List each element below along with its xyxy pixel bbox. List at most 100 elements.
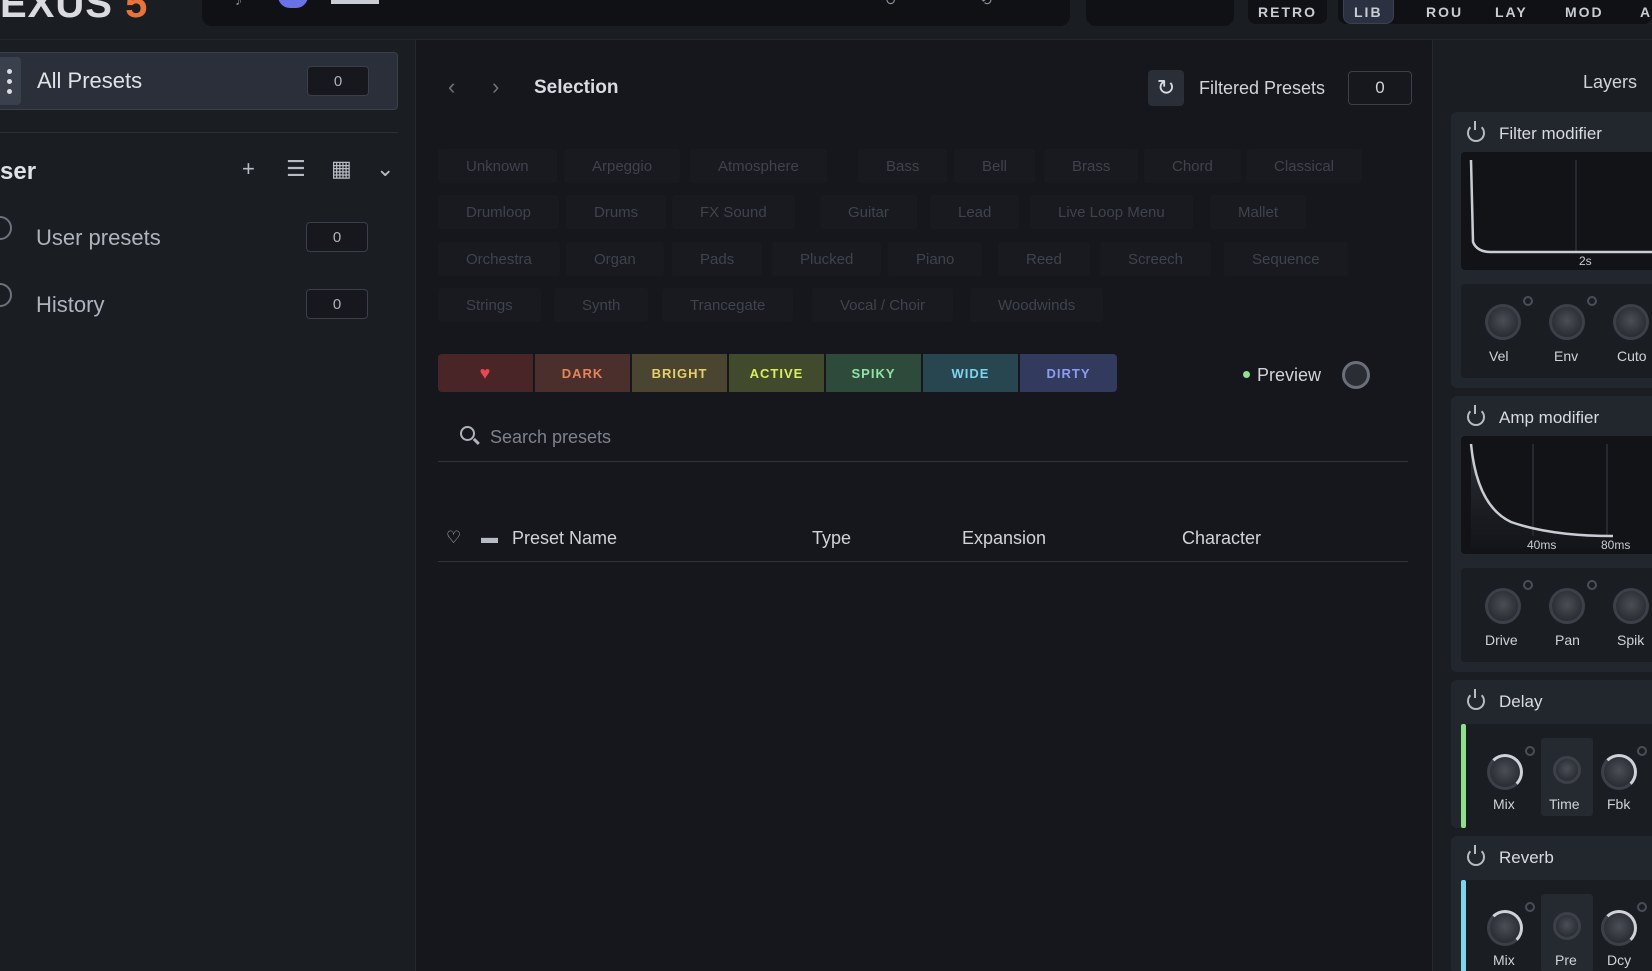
- favorites-filter-button[interactable]: ♥: [438, 354, 535, 392]
- tag-fx-sound[interactable]: FX Sound: [672, 195, 795, 229]
- cutoff-knob[interactable]: [1613, 304, 1649, 340]
- column-character[interactable]: Character: [1182, 528, 1261, 549]
- power-icon[interactable]: [1467, 121, 1485, 142]
- drive-knob[interactable]: [1485, 588, 1521, 624]
- delay-fbk-knob[interactable]: [1601, 754, 1637, 790]
- amp-time-label-1: 40ms: [1527, 538, 1557, 552]
- delay-mix-mod-dot[interactable]: [1525, 746, 1535, 756]
- character-dark-button[interactable]: DARK: [535, 354, 632, 392]
- env-knob[interactable]: [1549, 304, 1585, 340]
- tag-sequence[interactable]: Sequence: [1224, 242, 1348, 276]
- preset-browser: ‹ › Selection ↻ Filtered Presets 0 Unkno…: [416, 40, 1432, 971]
- column-preset-name[interactable]: Preset Name: [512, 528, 617, 549]
- tag-unknown[interactable]: Unknown: [438, 149, 557, 183]
- library-sidebar: All Presets 0 ser + ☰ ▦ ⌄ User presets 0…: [0, 40, 416, 971]
- tag-mallet[interactable]: Mallet: [1210, 195, 1307, 229]
- tag-atmosphere[interactable]: Atmosphere: [690, 149, 827, 183]
- character-wide-button[interactable]: WIDE: [923, 354, 1020, 392]
- preview-toggle[interactable]: Preview: [1257, 365, 1321, 386]
- table-header: ♡ ▬ Preset Name Type Expansion Character: [438, 516, 1408, 562]
- tag-pads[interactable]: Pads: [672, 242, 763, 276]
- chevron-down-icon[interactable]: ⌄: [376, 156, 394, 182]
- sidebar-item-user-presets[interactable]: User presets: [36, 225, 161, 251]
- tab-a[interactable]: A: [1630, 0, 1652, 24]
- folder-icon[interactable]: ▬: [481, 528, 498, 548]
- back-icon[interactable]: ‹: [448, 74, 455, 100]
- tag-plucked[interactable]: Plucked: [772, 242, 882, 276]
- pan-mod-dot[interactable]: [1587, 580, 1597, 590]
- column-expansion[interactable]: Expansion: [962, 528, 1046, 549]
- reverb-pre-label: Pre: [1555, 952, 1577, 968]
- reverb-mix-knob[interactable]: [1487, 910, 1523, 946]
- filter-envelope-display[interactable]: 2s: [1461, 152, 1652, 270]
- tag-drumloop[interactable]: Drumloop: [438, 195, 560, 229]
- tag-organ[interactable]: Organ: [566, 242, 664, 276]
- character-dirty-button[interactable]: DIRTY: [1020, 354, 1117, 392]
- tag-guitar[interactable]: Guitar: [820, 195, 917, 229]
- reverb-dcy-mod-dot[interactable]: [1637, 902, 1647, 912]
- sidebar-item-history[interactable]: History: [36, 292, 104, 318]
- tag-strings[interactable]: Strings: [438, 288, 541, 322]
- delay-fbk-mod-dot[interactable]: [1637, 746, 1647, 756]
- env-mod-dot[interactable]: [1587, 296, 1597, 306]
- tab-mod[interactable]: MOD: [1555, 0, 1614, 24]
- delay-mix-knob[interactable]: [1487, 754, 1523, 790]
- tab-lay[interactable]: LAY: [1485, 0, 1538, 24]
- tag-bass[interactable]: Bass: [858, 149, 948, 183]
- tag-woodwinds[interactable]: Woodwinds: [970, 288, 1104, 322]
- more-icon[interactable]: [0, 57, 21, 105]
- tag-synth[interactable]: Synth: [554, 288, 649, 322]
- tag-vocal-choir[interactable]: Vocal / Choir: [812, 288, 954, 322]
- tag-piano[interactable]: Piano: [888, 242, 983, 276]
- tag-drums[interactable]: Drums: [566, 195, 667, 229]
- power-icon[interactable]: [1467, 405, 1485, 426]
- tab-rou[interactable]: ROU: [1416, 0, 1473, 24]
- spike-knob[interactable]: [1613, 588, 1649, 624]
- display-icon[interactable]: [331, 0, 379, 4]
- power-icon[interactable]: [1467, 845, 1485, 866]
- reverb-pre-knob[interactable]: [1553, 912, 1581, 940]
- column-type[interactable]: Type: [812, 528, 851, 549]
- reverb-mix-mod-dot[interactable]: [1525, 902, 1535, 912]
- tag-orchestra[interactable]: Orchestra: [438, 242, 560, 276]
- reset-filter-button[interactable]: ↻: [1148, 70, 1184, 106]
- logo-text: EXUS: [0, 0, 113, 26]
- character-spiky-button[interactable]: SPIKY: [826, 354, 923, 392]
- preview-volume-knob[interactable]: [1342, 361, 1370, 389]
- reverb-dcy-knob[interactable]: [1601, 910, 1637, 946]
- tag-trancegate[interactable]: Trancegate: [662, 288, 794, 322]
- tag-chord[interactable]: Chord: [1144, 149, 1241, 183]
- vel-knob[interactable]: [1485, 304, 1521, 340]
- tag-classical[interactable]: Classical: [1246, 149, 1363, 183]
- tab-lib[interactable]: LIB: [1343, 0, 1394, 24]
- delay-time-knob[interactable]: [1553, 756, 1581, 784]
- redo-icon[interactable]: ⟲: [980, 0, 992, 9]
- character-active-button[interactable]: ACTIVE: [729, 354, 826, 392]
- drive-mod-dot[interactable]: [1523, 580, 1533, 590]
- forward-icon[interactable]: ›: [492, 74, 499, 100]
- undo-icon[interactable]: ↺: [885, 0, 897, 9]
- page-title: Selection: [534, 77, 619, 98]
- retro-button[interactable]: RETRO: [1248, 0, 1327, 24]
- note-icon[interactable]: ♪: [235, 0, 242, 8]
- pan-knob[interactable]: [1549, 588, 1585, 624]
- favorite-column-icon[interactable]: ♡: [446, 528, 461, 548]
- tag-bell[interactable]: Bell: [954, 149, 1036, 183]
- vel-mod-dot[interactable]: [1523, 296, 1533, 306]
- tag-live-loop-menu[interactable]: Live Loop Menu: [1030, 195, 1193, 229]
- list-view-icon[interactable]: ☰: [286, 156, 306, 182]
- add-icon[interactable]: +: [242, 156, 255, 182]
- tag-screech[interactable]: Screech: [1100, 242, 1212, 276]
- search-input[interactable]: [490, 422, 1370, 452]
- reverb-module: Reverb Mix Pre Dcy: [1451, 836, 1652, 971]
- tag-arpeggio[interactable]: Arpeggio: [564, 149, 681, 183]
- character-bright-button[interactable]: BRIGHT: [632, 354, 729, 392]
- tag-lead[interactable]: Lead: [930, 195, 1020, 229]
- power-icon[interactable]: [1467, 689, 1485, 710]
- tab-layers[interactable]: Layers: [1583, 72, 1637, 93]
- tag-brass[interactable]: Brass: [1044, 149, 1139, 183]
- amp-envelope-display[interactable]: 40ms 80ms: [1461, 436, 1652, 554]
- tag-reed[interactable]: Reed: [998, 242, 1090, 276]
- all-presets-item[interactable]: All Presets 0: [0, 52, 398, 110]
- grid-view-icon[interactable]: ▦: [331, 156, 352, 182]
